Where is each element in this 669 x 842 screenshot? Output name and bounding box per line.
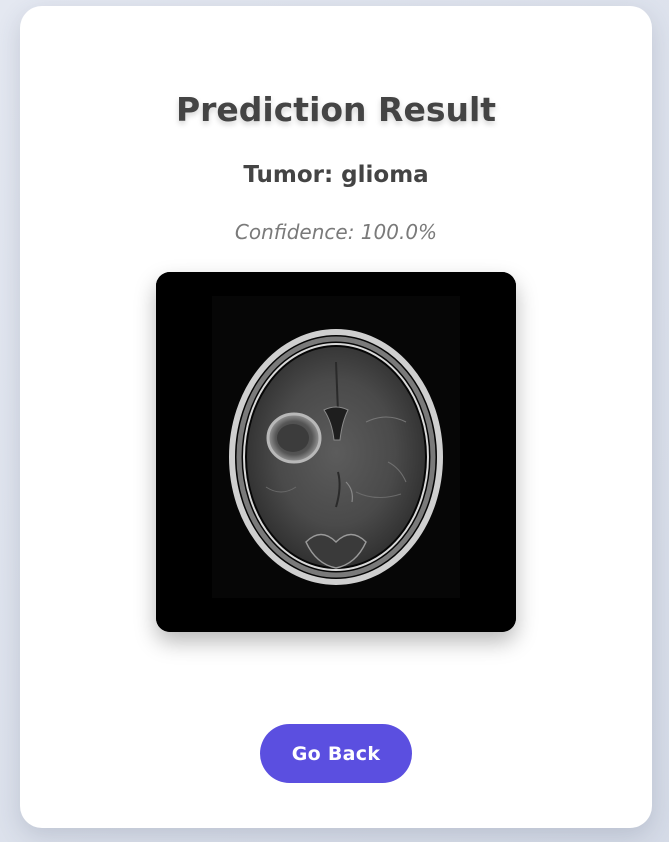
result-card: Prediction Result Tumor: glioma Confiden…: [20, 6, 652, 828]
mri-scan-image: [156, 272, 516, 632]
brain-scan-illustration: [156, 272, 516, 632]
confidence-label: Confidence: 100.0%: [234, 220, 438, 244]
page-title: Prediction Result: [175, 90, 497, 129]
go-back-button[interactable]: Go Back: [260, 724, 412, 783]
tumor-label: Tumor: glioma: [243, 162, 429, 188]
